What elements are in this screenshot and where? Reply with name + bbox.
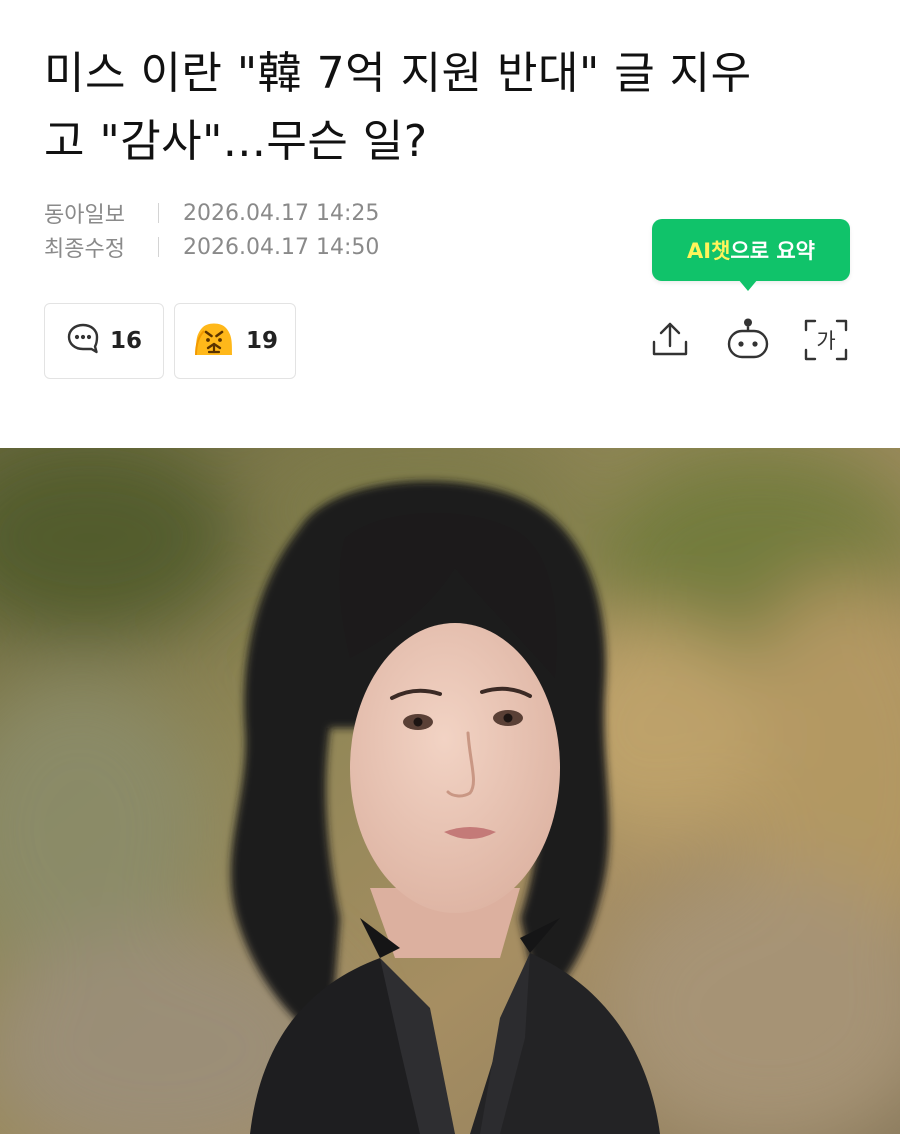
article-photo <box>0 448 900 1134</box>
meta-divider <box>158 203 159 223</box>
source-name: 동아일보 <box>44 203 125 228</box>
modified-row: 최종수정 2026.04.17 14:50 <box>44 230 379 264</box>
robot-icon[interactable] <box>724 316 769 364</box>
modified-label: 최종수정 <box>44 237 125 262</box>
comments-button[interactable]: 16 <box>44 303 164 379</box>
tooltip-tail <box>738 279 758 291</box>
speech-bubble-icon <box>66 322 100 360</box>
headline-line-1: 미스 이란 "韓 7억 지원 반대" 글 지우 <box>44 48 752 99</box>
font-size-glyph: 가 <box>816 329 835 353</box>
article-meta: 동아일보 2026.04.17 14:25 최종수정 2026.04.17 14… <box>44 196 379 264</box>
ai-summary-accent: AI챗 <box>687 239 731 263</box>
published-row: 동아일보 2026.04.17 14:25 <box>44 196 379 230</box>
font-size-icon[interactable]: 가 <box>802 316 848 364</box>
ai-summary-tooltip: AI챗 으로 요약 <box>652 219 850 291</box>
reaction-button[interactable]: 19 <box>174 303 296 379</box>
published-time: 2026.04.17 14:25 <box>183 200 380 226</box>
article-page: 미스 이란 "韓 7억 지원 반대" 글 지우 고 "감사"...무슨 일? 동… <box>0 0 900 1141</box>
modified-time: 2026.04.17 14:50 <box>183 234 380 260</box>
meta-divider <box>158 237 159 257</box>
article-headline: 미스 이란 "韓 7억 지원 반대" 글 지우 고 "감사"...무슨 일? <box>44 40 864 176</box>
share-icon[interactable] <box>648 316 692 364</box>
ai-summary-label: 으로 요약 <box>730 239 815 263</box>
reaction-count: 19 <box>245 328 278 354</box>
angry-face-icon <box>192 319 236 363</box>
comments-count: 16 <box>109 328 142 354</box>
ai-summary-button[interactable]: AI챗 으로 요약 <box>652 219 850 281</box>
headline-line-2: 고 "감사"...무슨 일? <box>44 116 428 167</box>
